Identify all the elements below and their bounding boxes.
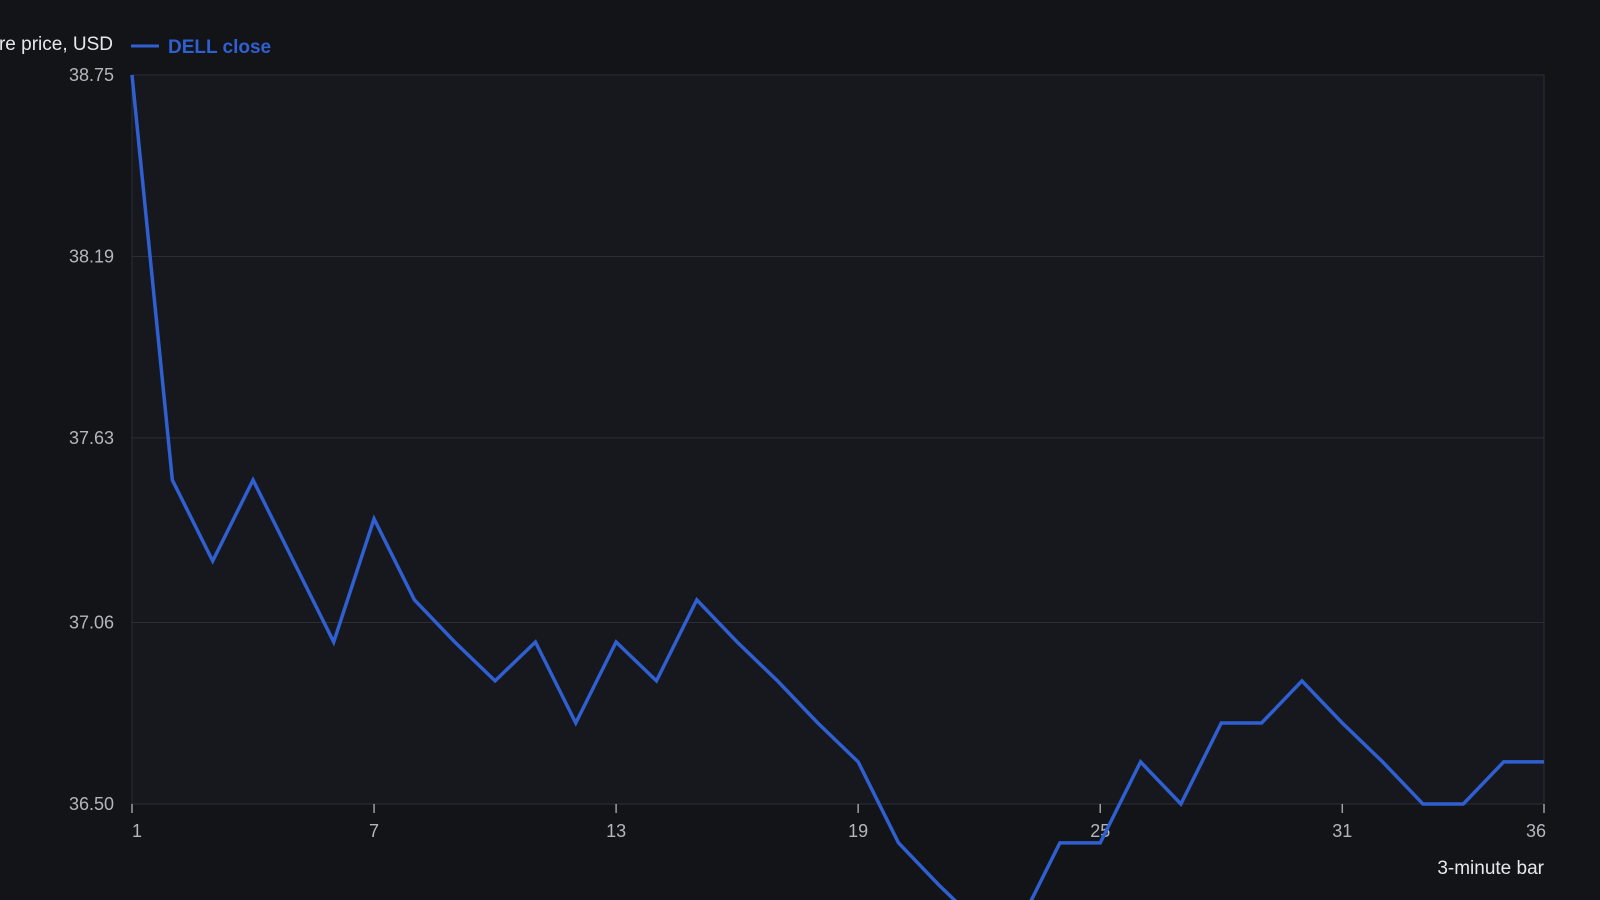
x-tick-label: 31 bbox=[1332, 821, 1352, 841]
y-tick-label: 37.06 bbox=[69, 613, 114, 633]
x-tick-label: 7 bbox=[369, 821, 379, 841]
line-chart: 36.5037.0637.6338.1938.75 171319253136 S… bbox=[0, 34, 1546, 900]
y-tick-label: 36.50 bbox=[69, 794, 114, 814]
y-tick-label: 37.63 bbox=[69, 428, 114, 448]
x-axis-ticks: 1 7 13 19 25 31 36 bbox=[131, 804, 1546, 841]
chart-container: 36.5037.0637.6338.1938.75 171319253136 S… bbox=[0, 0, 1600, 900]
legend: DELL close bbox=[131, 37, 271, 58]
x-tick-label: 36 bbox=[1526, 821, 1546, 841]
legend-label-dell-close: DELL close bbox=[168, 37, 271, 58]
plot-area bbox=[131, 74, 1545, 805]
y-tick-label: 38.19 bbox=[69, 246, 114, 266]
x-tick-label: 13 bbox=[606, 821, 626, 841]
x-axis-title: 3-minute bar bbox=[1437, 858, 1544, 879]
y-axis-title: Share price, USD bbox=[0, 34, 113, 55]
y-tick-label: 38.75 bbox=[69, 65, 114, 85]
y-axis-ticks: 36.50 37.06 37.63 38.19 38.75 bbox=[69, 65, 114, 814]
x-tick-label: 19 bbox=[848, 821, 868, 841]
x-tick-label: 1 bbox=[132, 821, 142, 841]
